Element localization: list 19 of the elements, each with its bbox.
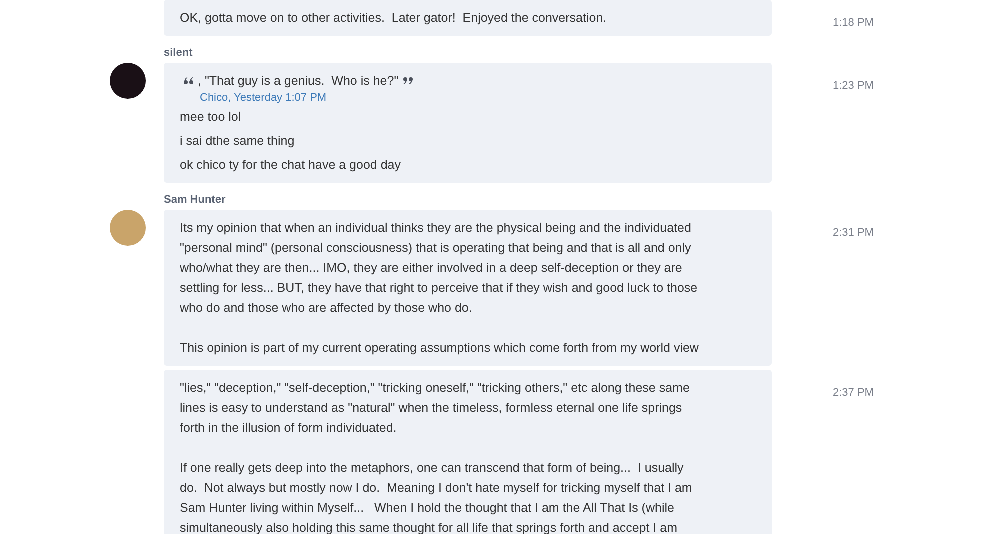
- quote-open-icon: [184, 77, 194, 85]
- message-time: 1:18 PM: [833, 17, 874, 29]
- message-text: "lies," "deception," "self-deception," "tricking oneself," "tricking others," etc along these same lines is easy to understand as "natural" when the timeless, formless eternal one life springs forth in the illusion of form individuated.: [180, 380, 691, 437]
- quote-close-icon: [402, 77, 413, 85]
- message-text: Its my opinion that when an individual thinks they are the physical being and the individuated "personal mind" (personal consciousness) that is operating that being and that is all and only who/what they are then... IMO, they are either involved in a deep self-deception or they are settling for less... BUT, they have that right to perceive that if they wish and good luck to those who do and those who are affected by those who do.: [180, 220, 699, 317]
- message-time: 1:23 PM: [833, 80, 874, 92]
- avatar[interactable]: [110, 63, 146, 99]
- quote-author-link[interactable]: Chico: [200, 91, 228, 105]
- message-text: ok chico ty for the chat have a good day: [180, 157, 402, 174]
- sender-name[interactable]: Sam Hunter: [164, 194, 226, 206]
- quote-timestamp: , Yesterday 1:07 PM: [228, 91, 327, 105]
- message-time: 2:31 PM: [833, 227, 874, 239]
- sender-name[interactable]: silent: [164, 47, 193, 59]
- message-text: mee too lol: [180, 109, 242, 126]
- quoted-text: , "That guy is a genius. Who is he?": [198, 73, 399, 90]
- message-text: OK, gotta move on to other activities. Later gator! Enjoyed the conversation.: [180, 10, 608, 27]
- message-text: i sai dthe same thing: [180, 133, 296, 150]
- message-time: 2:37 PM: [833, 387, 874, 399]
- message-text: This opinion is part of my current operating assumptions which come forth from my world view: [180, 340, 700, 357]
